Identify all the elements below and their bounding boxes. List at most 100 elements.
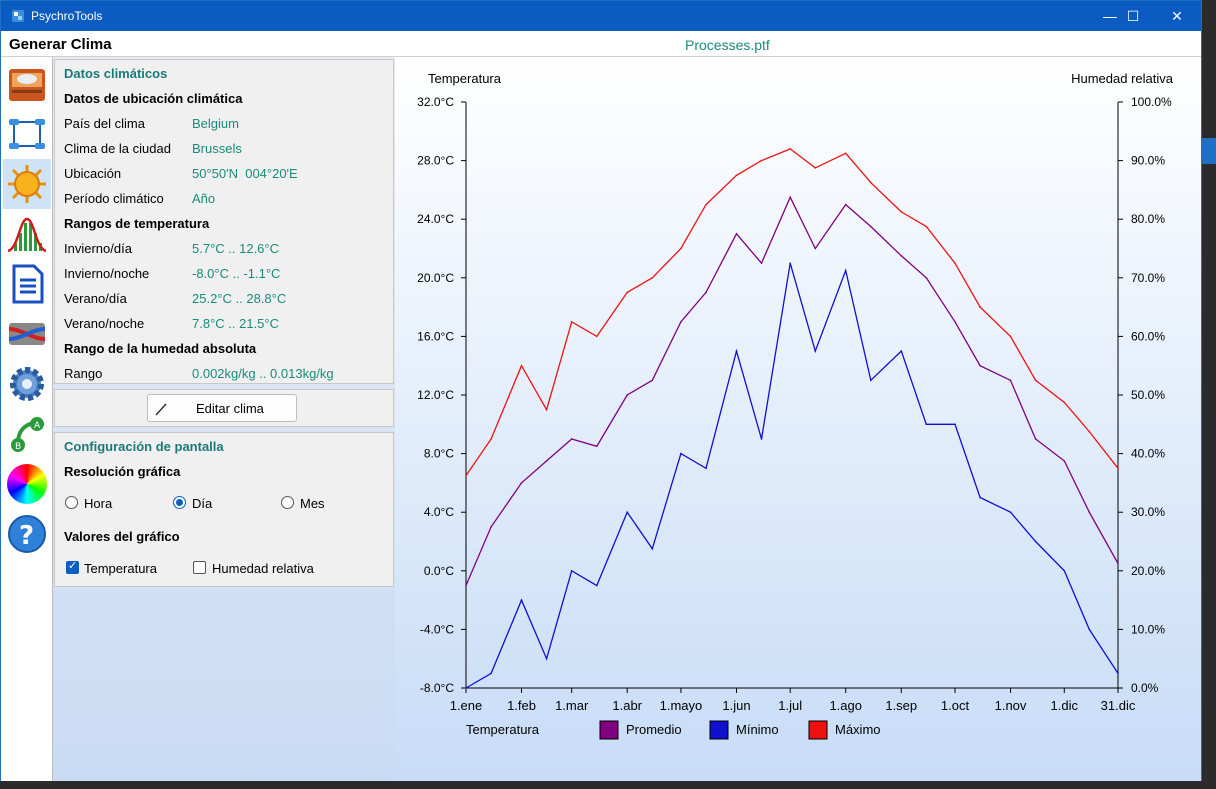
data-point: [900, 255, 903, 257]
data-point: [925, 423, 928, 426]
color-wheel-icon: [7, 464, 47, 504]
close-button[interactable]: ✕: [1154, 1, 1200, 31]
country-label: País del clima: [64, 116, 145, 131]
temperature-ranges-title: Rangos de temperatura: [64, 216, 210, 231]
temperature-checkbox[interactable]: [66, 559, 79, 574]
data-point: [490, 672, 492, 675]
data-point: [1009, 335, 1012, 338]
data-point: [1034, 438, 1037, 440]
series-line-minimo: [465, 263, 1119, 689]
data-point: [490, 438, 492, 440]
humidity-checkbox-label[interactable]: Humedad relativa: [212, 561, 314, 576]
data-point: [651, 548, 654, 550]
tool-process[interactable]: [3, 109, 51, 159]
y-tick-label-right: 30.0%: [1131, 505, 1165, 519]
tool-colors[interactable]: [3, 459, 51, 509]
document-icon: [12, 264, 44, 304]
city-label: Clima de la ciudad: [64, 141, 171, 156]
sun-icon: [8, 165, 46, 203]
climate-data-header: Datos climáticos: [64, 66, 168, 81]
chart-canvas: Temperatura Humedad relativa 32.0°C 28.0°C 2…: [417, 71, 1174, 740]
tool-cycle[interactable]: B A: [3, 409, 51, 459]
data-point: [979, 306, 981, 308]
data-point: [1034, 379, 1037, 382]
y-tick-label-right: 20.0%: [1131, 564, 1165, 578]
y-tick-label-left: 28.0°C: [417, 154, 454, 168]
y-tick-label-left: -8.0°C: [420, 681, 454, 695]
radio-month-label[interactable]: Mes: [300, 496, 325, 511]
data-point: [789, 148, 792, 150]
tool-settings[interactable]: [3, 359, 51, 409]
y-tick-label-right: 0.0%: [1131, 681, 1159, 695]
tool-help[interactable]: ?: [3, 509, 51, 559]
data-point: [626, 291, 629, 294]
temperature-chart: Temperatura Humedad relativa 32.0°C 28.0°C 2…: [395, 57, 1201, 781]
y-tick-label-left: 16.0°C: [417, 329, 454, 343]
maximize-button[interactable]: ☐: [1110, 1, 1156, 31]
data-point: [465, 584, 467, 587]
window-title: PsychroTools: [31, 9, 103, 23]
data-point: [465, 474, 467, 477]
data-point: [680, 247, 682, 250]
y-tick-label-left: 20.0°C: [417, 271, 454, 285]
data-point: [979, 496, 981, 499]
y-tick-label-left: 12.0°C: [417, 388, 454, 402]
x-tick-label: 1.sep: [885, 698, 917, 713]
tool-exchanger[interactable]: [3, 309, 51, 359]
data-point: [490, 526, 492, 528]
data-point: [900, 211, 903, 213]
tool-climate[interactable]: [3, 59, 51, 109]
data-point: [680, 320, 682, 323]
humidity-checkbox[interactable]: [193, 561, 206, 574]
tool-weather[interactable]: [3, 159, 51, 209]
data-point: [626, 394, 629, 396]
pencil-icon: [155, 403, 167, 416]
winter-day-label: Invierno/día: [64, 241, 132, 256]
data-point: [1088, 430, 1091, 433]
data-point: [870, 379, 872, 382]
radio-hour-label[interactable]: Hora: [84, 496, 112, 511]
y-tick-label-right: 90.0%: [1131, 154, 1165, 168]
legend-title: Temperatura: [466, 722, 540, 737]
temperature-checkbox-label[interactable]: Temperatura: [84, 561, 157, 576]
legend-swatch: [599, 720, 619, 740]
data-point: [651, 379, 654, 382]
gear-icon: [10, 367, 44, 401]
x-tick-label: 1.dic: [1051, 698, 1079, 713]
data-point: [545, 657, 548, 660]
page-title: Generar Clima: [9, 36, 112, 53]
y-tick-label-left: 8.0°C: [424, 447, 454, 461]
radio-hour[interactable]: [65, 496, 78, 509]
winter-night-value: -8.0°C .. -1.1°C: [192, 266, 281, 281]
data-point: [520, 599, 523, 601]
data-point: [705, 467, 707, 470]
svg-text:A: A: [34, 421, 41, 431]
legend-swatch: [709, 720, 729, 740]
data-point: [760, 159, 763, 162]
radio-day-label[interactable]: Día: [192, 496, 212, 511]
data-point: [595, 445, 598, 448]
series-line-maximo: [465, 148, 1119, 476]
display-config-section: Configuración de pantalla Resolución grá…: [54, 432, 394, 587]
data-point: [954, 320, 956, 323]
title-bar: PsychroTools — ☐ ✕: [1, 1, 1201, 31]
x-tick-label: 1.jul: [778, 698, 802, 713]
taskbar-strip: [0, 781, 1216, 789]
heat-exchanger-icon: [8, 323, 46, 345]
tool-report[interactable]: [3, 259, 51, 309]
x-tick-label: 1.mayo: [660, 698, 703, 713]
data-point: [520, 364, 523, 367]
background-window-strip: [1202, 0, 1216, 789]
radio-month[interactable]: [281, 496, 294, 509]
chart-values-title: Valores del gráfico: [64, 529, 180, 544]
radio-day[interactable]: [173, 496, 186, 509]
data-point: [1063, 460, 1066, 462]
summer-day-value: 25.2°C .. 28.8°C: [192, 291, 287, 306]
edit-climate-button[interactable]: Editar clima: [147, 394, 297, 422]
range-value: 0.002kg/kg .. 0.013kg/kg: [192, 366, 334, 381]
x-tick-label: 1.feb: [507, 698, 536, 713]
y-tick-label-right: 40.0%: [1131, 447, 1165, 461]
climate-data-section: Datos climáticos Datos de ubicación clim…: [54, 59, 394, 384]
tool-distribution[interactable]: [3, 209, 51, 259]
data-point: [570, 438, 573, 440]
